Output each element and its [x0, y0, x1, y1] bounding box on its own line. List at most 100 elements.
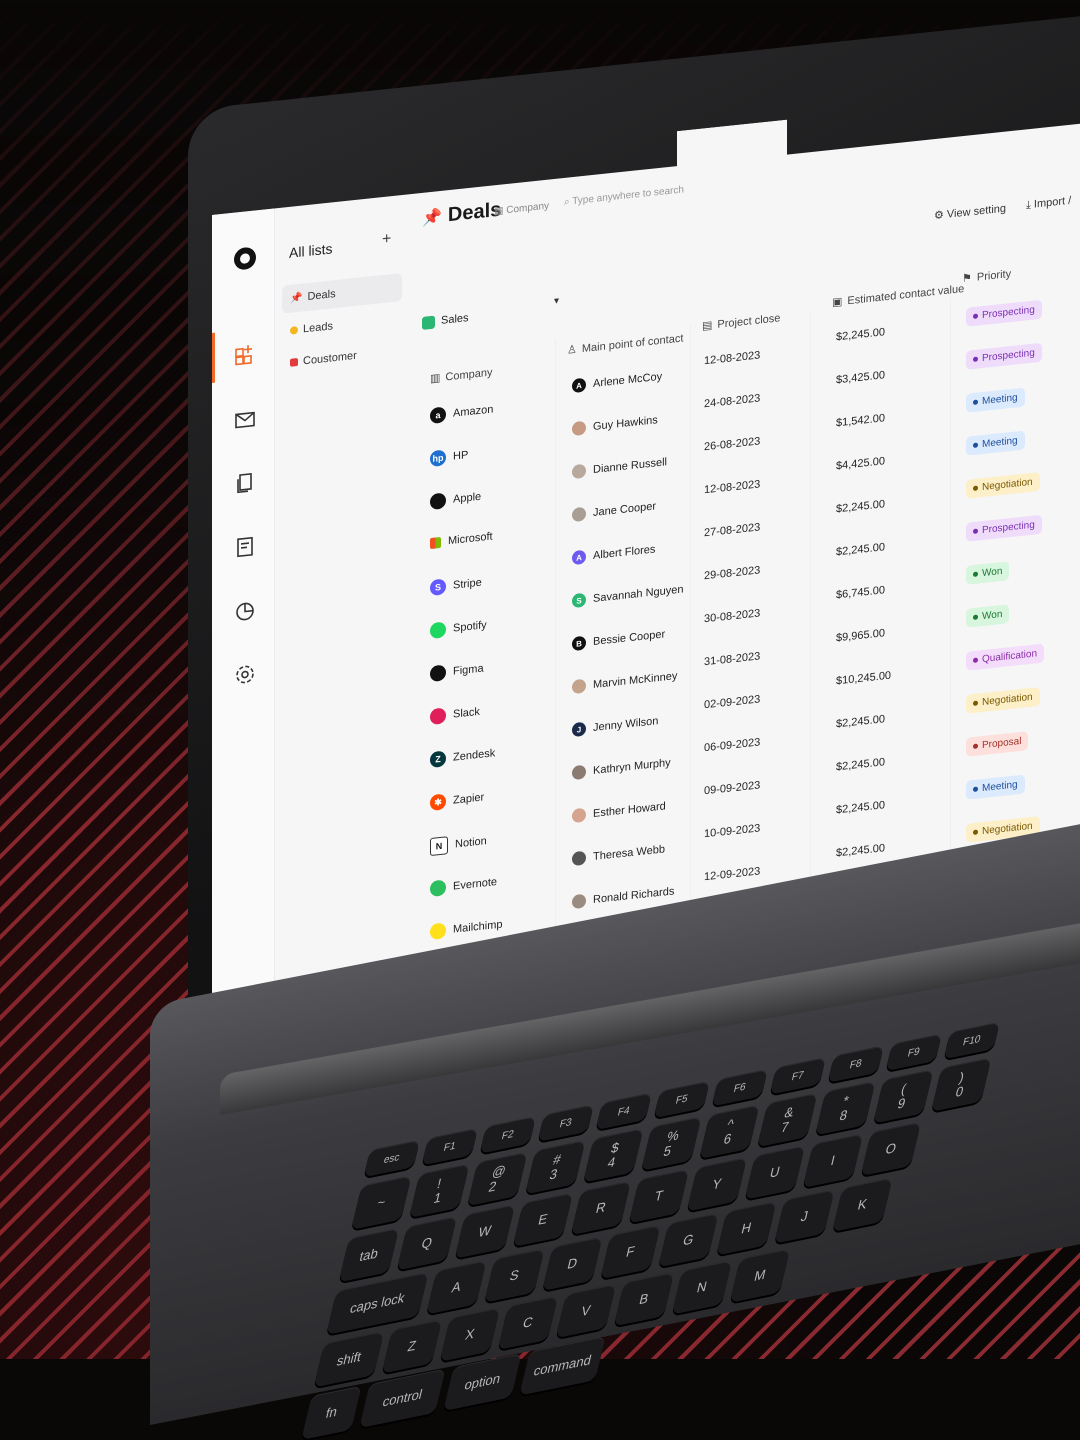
- key-o[interactable]: O: [860, 1121, 922, 1177]
- table-cell-contact[interactable]: Dianne Russell: [572, 455, 667, 479]
- priority-badge[interactable]: Negotiation: [966, 472, 1040, 499]
- key-i[interactable]: I: [802, 1133, 864, 1188]
- key-x[interactable]: X: [439, 1307, 501, 1362]
- table-cell-company[interactable]: Spotify: [430, 617, 487, 639]
- table-cell-contact[interactable]: Jane Cooper: [572, 499, 656, 522]
- key-r[interactable]: R: [570, 1180, 632, 1236]
- key-#-3[interactable]: # 3: [525, 1140, 586, 1195]
- table-cell-company[interactable]: Microsoft: [430, 531, 493, 550]
- table-cell-company[interactable]: Evernote: [430, 874, 497, 897]
- key-k[interactable]: K: [832, 1177, 893, 1232]
- header-company[interactable]: ▥ Company: [430, 366, 492, 386]
- key-control[interactable]: control: [359, 1368, 446, 1429]
- key-b[interactable]: B: [613, 1272, 675, 1327]
- key-y[interactable]: Y: [686, 1157, 748, 1212]
- documents-icon[interactable]: [232, 468, 258, 497]
- key-^-6[interactable]: ^ 6: [699, 1104, 760, 1160]
- logo-icon: [234, 246, 256, 270]
- header-priority[interactable]: ⚑ Priority: [962, 267, 1011, 285]
- key-w[interactable]: W: [454, 1204, 516, 1259]
- key-(-9[interactable]: ( 9: [873, 1069, 934, 1124]
- table-cell-estimated-value: $2,245.00: [836, 541, 885, 559]
- priority-badge[interactable]: Proposal: [966, 731, 1028, 757]
- status-dot-icon: [973, 313, 978, 319]
- priority-badge[interactable]: Meeting: [966, 775, 1025, 800]
- key-f[interactable]: F: [600, 1224, 661, 1280]
- table-cell-company[interactable]: S Stripe: [430, 575, 482, 596]
- key-*-8[interactable]: * 8: [815, 1081, 876, 1136]
- chevron-down-icon[interactable]: ▾: [554, 296, 559, 308]
- priority-badge[interactable]: Prospecting: [966, 300, 1042, 327]
- key-u[interactable]: U: [744, 1145, 806, 1200]
- table-cell-company[interactable]: Mailchimp: [430, 916, 503, 940]
- company-name: Microsoft: [448, 530, 493, 548]
- key-%-5[interactable]: % 5: [641, 1116, 702, 1171]
- mail-icon[interactable]: [232, 405, 258, 434]
- key-v[interactable]: V: [555, 1283, 617, 1339]
- add-list-button[interactable]: +: [382, 230, 391, 249]
- breadcrumb[interactable]: ▦ Company: [494, 201, 549, 218]
- priority-badge[interactable]: Meeting: [966, 388, 1025, 413]
- key-@-2[interactable]: @ 2: [467, 1151, 528, 1207]
- key-z[interactable]: Z: [381, 1319, 443, 1374]
- priority-badge[interactable]: Qualification: [966, 644, 1044, 671]
- priority-badge[interactable]: Won: [966, 604, 1009, 628]
- table-cell-contact[interactable]: S Savannah Nguyen: [572, 582, 684, 608]
- key-command[interactable]: command: [519, 1336, 606, 1396]
- table-cell-contact[interactable]: B Bessie Cooper: [572, 627, 665, 651]
- table-cell-company[interactable]: Z Zendesk: [430, 745, 495, 768]
- key-option[interactable]: option: [443, 1353, 522, 1412]
- view-setting-button[interactable]: ⚙ View setting: [934, 202, 1006, 223]
- key-!-1[interactable]: ! 1: [409, 1163, 470, 1219]
- priority-badge[interactable]: Negotiation: [966, 687, 1040, 714]
- key-c[interactable]: C: [497, 1295, 559, 1351]
- table-cell-company[interactable]: a Amazon: [430, 401, 493, 424]
- report-icon[interactable]: [232, 532, 258, 561]
- table-cell-company[interactable]: Figma: [430, 660, 484, 682]
- key-d[interactable]: D: [542, 1236, 603, 1291]
- table-cell-company[interactable]: Apple: [430, 489, 481, 510]
- table-cell-contact[interactable]: Esther Howard: [572, 799, 666, 823]
- table-cell-contact[interactable]: A Albert Flores: [572, 542, 655, 565]
- import-button[interactable]: ⤓ Import /: [1026, 195, 1071, 213]
- header-contact[interactable]: ♙ Main point of contact: [567, 331, 683, 356]
- key-a[interactable]: A: [426, 1260, 487, 1315]
- pie-chart-icon[interactable]: [232, 596, 258, 625]
- key-shift[interactable]: shift: [313, 1331, 385, 1388]
- key-)-0[interactable]: ) 0: [931, 1057, 992, 1112]
- settings-icon[interactable]: [232, 660, 258, 689]
- key-n[interactable]: N: [671, 1260, 733, 1315]
- table-cell-company[interactable]: ✱ Zapier: [430, 789, 484, 811]
- table-cell-contact[interactable]: Theresa Webb: [572, 842, 665, 866]
- priority-badge[interactable]: Prospecting: [966, 515, 1042, 542]
- view-selector[interactable]: Sales: [422, 296, 562, 335]
- table-cell-contact[interactable]: Kathryn Murphy: [572, 756, 671, 780]
- table-cell-contact[interactable]: Marvin McKinney: [572, 669, 677, 694]
- priority-badge[interactable]: Meeting: [966, 431, 1025, 456]
- key-&-7[interactable]: & 7: [757, 1092, 818, 1148]
- key-g[interactable]: G: [658, 1213, 719, 1268]
- key-$-4[interactable]: $ 4: [583, 1128, 644, 1183]
- table-cell-contact[interactable]: A Arlene McCoy: [572, 370, 662, 393]
- search-input[interactable]: ⌕ Type anywhere to search: [564, 184, 684, 208]
- avatar: [572, 894, 586, 909]
- key-e[interactable]: E: [512, 1192, 574, 1247]
- rail-active-indicator: [212, 333, 215, 383]
- key-t[interactable]: T: [628, 1169, 690, 1224]
- header-project-close[interactable]: ▤ Project close: [702, 311, 780, 332]
- header-estimated-value[interactable]: ▣ Estimated contact value: [832, 282, 964, 309]
- key-j[interactable]: J: [774, 1189, 835, 1244]
- key-h[interactable]: H: [716, 1201, 777, 1256]
- table-cell-contact[interactable]: Guy Hawkins: [572, 413, 658, 436]
- table-cell-estimated-value: $9,965.00: [836, 627, 885, 645]
- key-q[interactable]: Q: [396, 1216, 458, 1271]
- key-s[interactable]: S: [484, 1248, 545, 1303]
- table-cell-company[interactable]: Slack: [430, 704, 480, 725]
- table-cell-company[interactable]: hp HP: [430, 447, 468, 467]
- table-cell-company[interactable]: N Notion: [430, 832, 487, 856]
- dashboard-icon[interactable]: [232, 340, 258, 369]
- table-cell-contact[interactable]: J Jenny Wilson: [572, 714, 658, 737]
- key-m[interactable]: M: [729, 1248, 791, 1303]
- priority-badge[interactable]: Prospecting: [966, 343, 1042, 370]
- priority-badge[interactable]: Won: [966, 561, 1009, 585]
